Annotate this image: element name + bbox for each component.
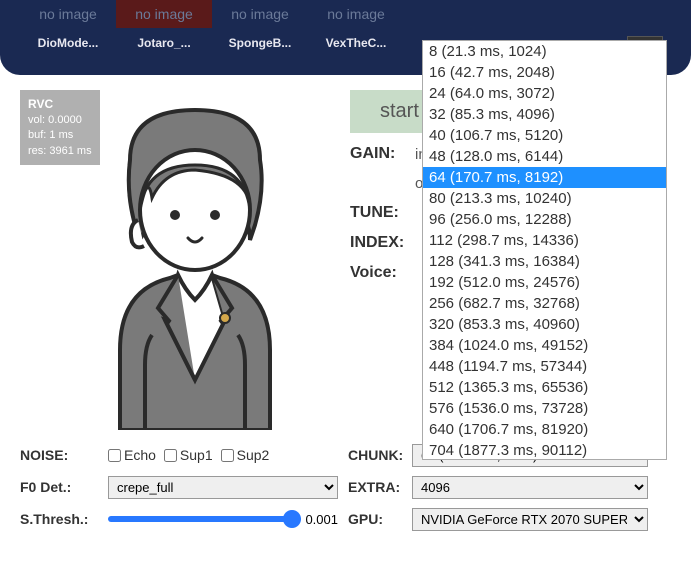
- chunk-option[interactable]: 80 (213.3 ms, 10240): [423, 188, 666, 209]
- chunk-option[interactable]: 512 (1365.3 ms, 65536): [423, 377, 666, 398]
- model-thumb[interactable]: no image: [212, 0, 308, 28]
- extra-select[interactable]: 4096: [412, 476, 648, 499]
- gain-label: GAIN:: [350, 145, 415, 163]
- status-box: RVC vol: 0.0000 buf: 1 ms res: 3961 ms: [20, 90, 100, 165]
- chunk-option[interactable]: 192 (512.0 ms, 24576): [423, 272, 666, 293]
- extra-label: EXTRA:: [348, 479, 412, 495]
- chunk-option[interactable]: 704 (1877.3 ms, 90112): [423, 440, 666, 460]
- chunk-option[interactable]: 128 (341.3 ms, 16384): [423, 251, 666, 272]
- model-thumb[interactable]: no image: [20, 0, 116, 28]
- model-tab[interactable]: DioMode...: [20, 36, 116, 50]
- chunk-option[interactable]: 8 (21.3 ms, 1024): [423, 41, 666, 62]
- chunk-option[interactable]: 16 (42.7 ms, 2048): [423, 62, 666, 83]
- status-vol: vol: 0.0000: [28, 113, 92, 128]
- chunk-option[interactable]: 96 (256.0 ms, 12288): [423, 209, 666, 230]
- model-thumb[interactable]: no image: [116, 0, 212, 28]
- index-label: INDEX:: [350, 234, 415, 252]
- character-avatar: [70, 90, 320, 430]
- sup1-checkbox[interactable]: Sup1: [164, 447, 213, 463]
- tune-label: TUNE:: [350, 204, 415, 222]
- gpu-label: GPU:: [348, 511, 412, 527]
- status-title: RVC: [28, 96, 92, 113]
- voice-label: Voice:: [350, 264, 415, 282]
- sthresh-slider[interactable]: [108, 516, 301, 522]
- chunk-option[interactable]: 320 (853.3 ms, 40960): [423, 314, 666, 335]
- chunk-option[interactable]: 48 (128.0 ms, 6144): [423, 146, 666, 167]
- chunk-dropdown-list[interactable]: 8 (21.3 ms, 1024)16 (42.7 ms, 2048)24 (6…: [422, 40, 667, 460]
- f0-label: F0 Det.:: [20, 479, 108, 495]
- chunk-label: CHUNK:: [348, 447, 412, 463]
- chunk-option[interactable]: 112 (298.7 ms, 14336): [423, 230, 666, 251]
- model-tab[interactable]: SpongeB...: [212, 36, 308, 50]
- noise-label: NOISE:: [20, 447, 108, 463]
- chunk-option[interactable]: 32 (85.3 ms, 4096): [423, 104, 666, 125]
- sthresh-value: 0.001: [305, 512, 338, 527]
- status-buf: buf: 1 ms: [28, 128, 92, 143]
- model-tab[interactable]: Jotaro_...: [116, 36, 212, 50]
- chunk-option[interactable]: 40 (106.7 ms, 5120): [423, 125, 666, 146]
- chunk-option[interactable]: 256 (682.7 ms, 32768): [423, 293, 666, 314]
- model-tab[interactable]: VexTheC...: [308, 36, 404, 50]
- gpu-select[interactable]: NVIDIA GeForce RTX 2070 SUPER(!: [412, 508, 648, 531]
- sup2-checkbox[interactable]: Sup2: [221, 447, 270, 463]
- model-thumb[interactable]: no image: [308, 0, 404, 28]
- chunk-option[interactable]: 24 (64.0 ms, 3072): [423, 83, 666, 104]
- chunk-option[interactable]: 64 (170.7 ms, 8192): [423, 167, 666, 188]
- chunk-option[interactable]: 384 (1024.0 ms, 49152): [423, 335, 666, 356]
- status-res: res: 3961 ms: [28, 144, 92, 159]
- echo-checkbox[interactable]: Echo: [108, 447, 156, 463]
- chunk-option[interactable]: 640 (1706.7 ms, 81920): [423, 419, 666, 440]
- f0-select[interactable]: crepe_full: [108, 476, 338, 499]
- thumbnail-row: no image no image no image no image: [20, 0, 671, 28]
- chunk-option[interactable]: 448 (1194.7 ms, 57344): [423, 356, 666, 377]
- chunk-option[interactable]: 576 (1536.0 ms, 73728): [423, 398, 666, 419]
- sthresh-label: S.Thresh.:: [20, 511, 108, 527]
